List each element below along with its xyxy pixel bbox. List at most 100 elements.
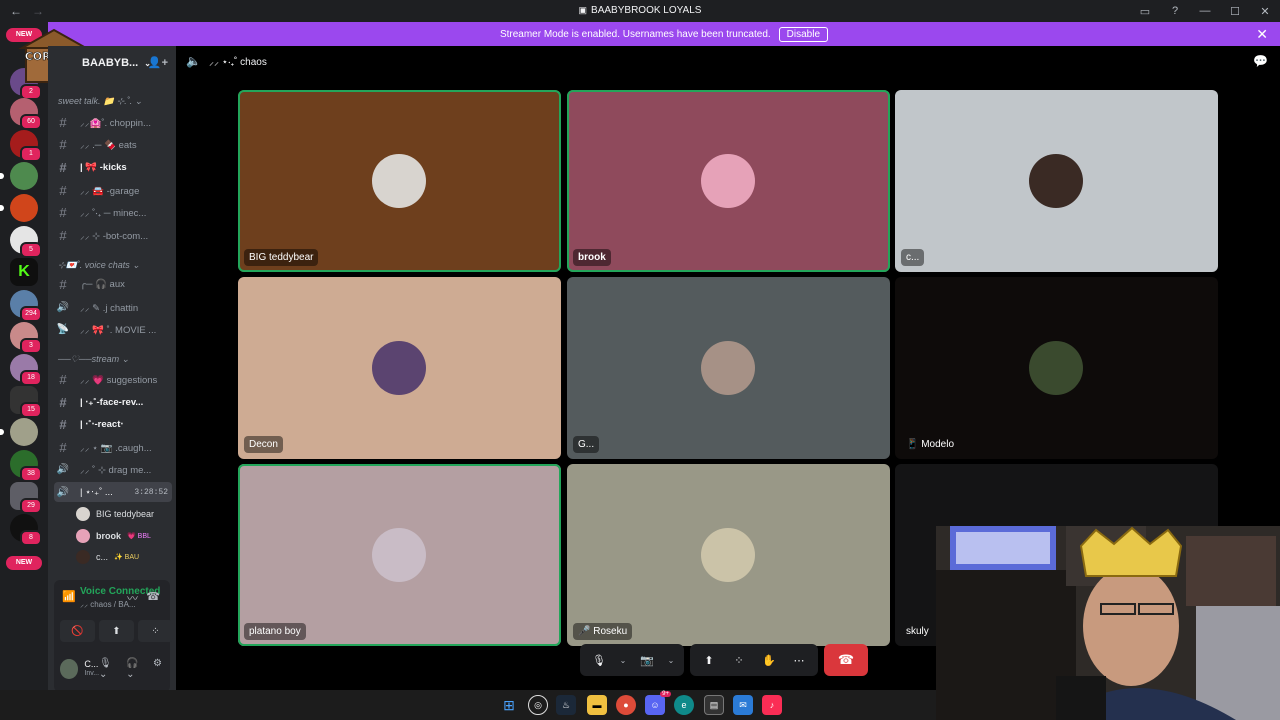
inbox-icon[interactable]: ▭: [1130, 0, 1160, 22]
microphone-icon[interactable]: 🎙: [586, 647, 612, 673]
server-icon[interactable]: [0, 194, 38, 222]
gear-icon[interactable]: ⚙: [153, 658, 162, 680]
active-voice-channel[interactable]: 🔊 | ⋆‧₊˚ ... 3:28:52: [54, 482, 172, 502]
voice-channel-item[interactable]: 🔊 ⸝⸝ ˚ ⊹ drag me...: [54, 459, 172, 479]
server-icon[interactable]: K: [10, 258, 38, 286]
server-icon[interactable]: 38: [10, 450, 42, 482]
channel-item[interactable]: # ⸝⸝ 💗 suggestions: [54, 369, 172, 389]
voice-user[interactable]: BIG teddybear: [76, 505, 154, 523]
streamer-mode-banner: Streamer Mode is enabled. Usernames have…: [48, 22, 1280, 46]
close-banner-icon[interactable]: ✕: [1256, 26, 1268, 43]
chrome-icon[interactable]: ●: [616, 695, 636, 715]
channel-item[interactable]: # ⸝⸝ .─ 🍫 eats: [54, 134, 172, 154]
server-icon[interactable]: 3: [10, 322, 42, 354]
participant-tile[interactable]: brook: [567, 90, 890, 272]
hash-icon: #: [59, 394, 67, 410]
participant-tile[interactable]: Decon: [238, 277, 561, 459]
chevron-down-icon[interactable]: ⌄: [664, 647, 678, 673]
invite-icon[interactable]: 👤+: [148, 56, 168, 69]
steam-icon[interactable]: ♨: [556, 695, 576, 715]
voice-channel-item[interactable]: 🔊 ⸝⸝ ✎ .j chattin: [54, 297, 172, 317]
category-stream[interactable]: ──♡──stream ⌄: [58, 354, 129, 365]
chrome-devtools-icon[interactable]: ◎: [528, 695, 548, 715]
mail-icon[interactable]: ✉: [733, 695, 753, 715]
category-sweet-talk[interactable]: sweet talk. 📁 ⊹.˚. ⌄: [58, 96, 142, 107]
participant-tile[interactable]: G...: [567, 277, 890, 459]
channel-item[interactable]: # ⸝⸝ ⊹ -bot-com...: [54, 225, 172, 245]
channel-item[interactable]: # | ‧˚‧-react‧: [54, 414, 172, 434]
server-header[interactable]: BAABYB... ⌄ 👤+: [48, 46, 176, 80]
server-icon[interactable]: 294: [10, 290, 42, 322]
participant-name: BIG teddybear: [244, 249, 319, 266]
participant-tile[interactable]: c...: [895, 90, 1218, 272]
hash-icon: #: [59, 136, 67, 152]
chat-icon[interactable]: 💬: [1253, 54, 1268, 68]
activities-icon[interactable]: ⁘: [726, 647, 752, 673]
stage-channel-item[interactable]: 📡 ⸝⸝ 🎀 ˚. MOVIE ...: [54, 319, 172, 339]
window-title-text: BAABYBROOK LOYALS: [591, 5, 702, 16]
channel-item[interactable]: # | ‧₊˚-face-rev...: [54, 392, 172, 412]
stage-icon: 📡: [56, 323, 70, 335]
participant-tile[interactable]: BIG teddybear: [238, 90, 561, 272]
voice-user[interactable]: c... ✨ BAU: [76, 548, 139, 566]
channel-item[interactable]: # ⸝⸝🏩˚. choppin...: [54, 112, 172, 132]
channel-item[interactable]: # ⸝⸝ ˚‧₊ ─ minec...: [54, 202, 172, 222]
more-options-icon[interactable]: ⋯: [786, 647, 812, 673]
voice-user-name: c...: [96, 552, 109, 562]
mention-badge: 60: [20, 114, 42, 130]
category-voice-chats[interactable]: ⊹💌˚. voice chats ⌄: [58, 260, 140, 271]
close-button[interactable]: ✕: [1250, 0, 1280, 22]
channel-item[interactable]: # | 🎀 -kicks: [54, 157, 172, 177]
voice-user[interactable]: brook 💗 BBL: [76, 527, 151, 545]
chevron-down-icon[interactable]: ⌄: [616, 647, 630, 673]
windows-start-icon[interactable]: ⊞: [499, 695, 519, 715]
noise-suppression-icon[interactable]: 〰: [127, 590, 138, 606]
participant-tile[interactable]: 🎤 Roseku: [567, 464, 890, 646]
channel-label: | ‧₊˚-face-rev...: [80, 396, 144, 408]
file-explorer-icon[interactable]: ▬: [587, 695, 607, 715]
disconnect-button[interactable]: ☎: [824, 644, 868, 676]
discord-icon[interactable]: ☺ 9+: [645, 691, 671, 715]
server-icon: ▣: [578, 5, 588, 15]
user-name[interactable]: C... Inv...: [84, 659, 99, 679]
signal-icon[interactable]: 📶: [62, 590, 76, 603]
camera-icon[interactable]: 📷: [634, 647, 660, 673]
server-icon[interactable]: [0, 162, 38, 190]
back-arrow-icon[interactable]: ←: [10, 4, 22, 18]
forward-arrow-icon[interactable]: →: [32, 4, 44, 18]
server-icon[interactable]: 1: [10, 130, 42, 162]
server-icon[interactable]: 15: [10, 386, 42, 418]
channel-item[interactable]: # ╭─ 🎧 aux: [54, 274, 172, 294]
music-icon[interactable]: ♪: [762, 695, 782, 715]
server-icon[interactable]: 29: [10, 482, 42, 514]
disconnect-icon[interactable]: ☎: [146, 590, 160, 603]
participant-avatar: [372, 528, 426, 582]
server-icon[interactable]: 18: [10, 354, 42, 386]
activities-button[interactable]: ⁘: [138, 620, 173, 642]
screen-share-icon[interactable]: ⬆: [696, 647, 722, 673]
minimize-button[interactable]: —: [1190, 0, 1220, 22]
participant-tile[interactable]: platano boy: [238, 464, 561, 646]
hash-icon: #: [59, 416, 67, 432]
microphone-icon[interactable]: 🎙 ⌄: [99, 658, 120, 680]
camera-off-button[interactable]: 🚫: [60, 620, 95, 642]
headset-icon[interactable]: 🎧 ⌄: [126, 658, 147, 680]
channel-item[interactable]: # ⸝⸝ ⋆ 📷 .caugh...: [54, 437, 172, 457]
server-icon[interactable]: 8: [10, 514, 42, 546]
channel-label: ⸝⸝🏩˚. choppin...: [80, 117, 151, 129]
store-icon[interactable]: ▤: [704, 695, 724, 715]
channel-item[interactable]: # ⸝⸝ 🚘 -garage: [54, 180, 172, 200]
call-timer: 3:28:52: [134, 487, 168, 497]
avatar[interactable]: [60, 659, 79, 679]
server-icon[interactable]: 5: [10, 226, 42, 258]
edge-icon[interactable]: e: [674, 695, 694, 715]
server-icon[interactable]: [0, 418, 38, 446]
participant-tile[interactable]: 📱 Modelo: [895, 277, 1218, 459]
help-icon[interactable]: ?: [1160, 0, 1190, 22]
disable-streamer-mode-button[interactable]: Disable: [778, 26, 829, 42]
soundboard-icon[interactable]: ✋: [756, 647, 782, 673]
server-icon[interactable]: 60: [10, 98, 42, 130]
maximize-button[interactable]: ☐: [1220, 0, 1250, 22]
screen-share-button[interactable]: ⬆: [99, 620, 134, 642]
taskbar-badge: 9+: [660, 691, 671, 697]
